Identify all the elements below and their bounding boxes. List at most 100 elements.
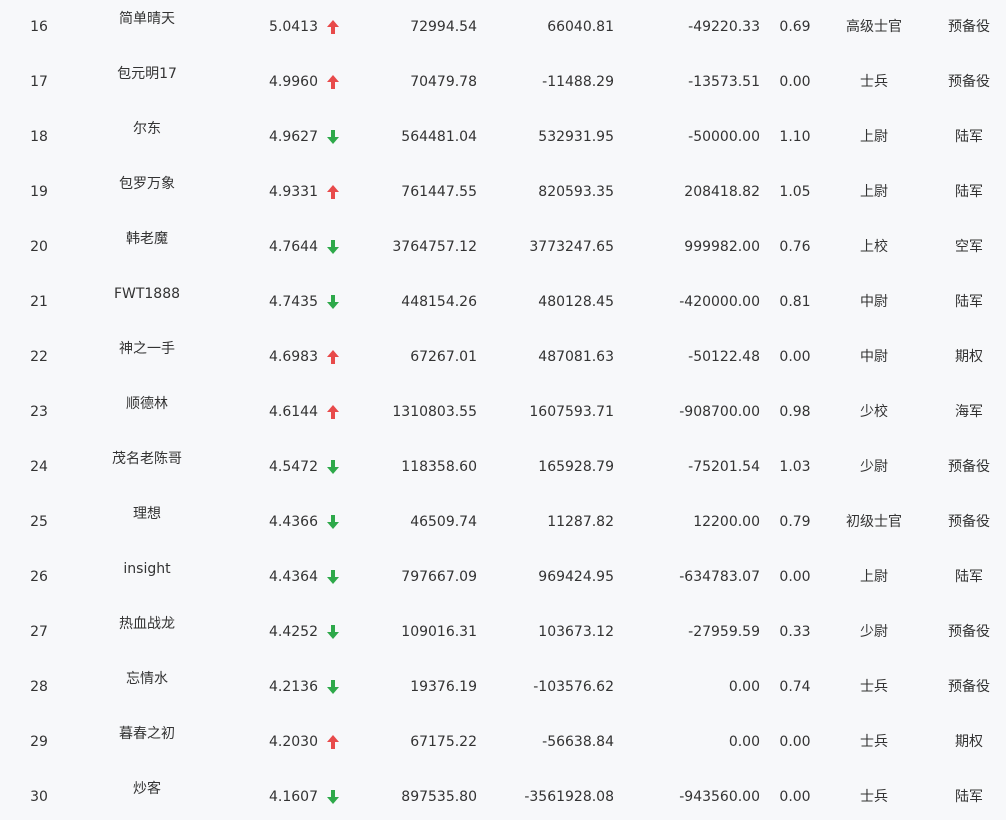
trader-name[interactable]: 顺德林 — [82, 396, 212, 412]
ratio-value: 0.33 — [779, 624, 811, 640]
trader-name[interactable]: 韩老魔 — [82, 231, 212, 247]
table-row[interactable]: 24 茂名老陈哥 4.5472 118358.60 165928.79 -75201.54… — [0, 440, 1006, 495]
rank-cell: 24 — [30, 459, 48, 475]
level-label: 上校 — [860, 239, 888, 255]
branch-label: 空军 — [955, 239, 983, 255]
score-value: 4.4252 — [269, 624, 318, 640]
trader-name[interactable]: 暮春之初 — [82, 726, 212, 742]
branch-label: 预备役 — [948, 679, 990, 695]
value-col-1: 1310803.55 — [392, 404, 477, 420]
ratio-value: 0.79 — [779, 514, 811, 530]
table-row[interactable]: 23 顺德林 4.6144 1310803.55 1607593.71 -908700.0… — [0, 385, 1006, 440]
rank-cell: 26 — [30, 569, 48, 585]
value-col-2: 487081.63 — [538, 349, 614, 365]
ratio-value: 0.76 — [779, 239, 811, 255]
table-row[interactable]: 29 暮春之初 4.2030 67175.22 -56638.84 0.00 0.00 士兵 期… — [0, 715, 1006, 770]
arrow-up-icon — [326, 734, 340, 750]
table-row[interactable]: 16 简单晴天 5.0413 72994.54 66040.81 -49220.33 0.6… — [0, 0, 1006, 55]
trader-name[interactable]: 茂名老陈哥 — [82, 451, 212, 467]
value-col-1: 72994.54 — [410, 19, 477, 35]
trader-name[interactable]: insight — [82, 561, 212, 577]
value-col-2: -103576.62 — [533, 679, 614, 695]
score-value: 4.9331 — [269, 184, 318, 200]
table-row[interactable]: 17 包元明17 4.9960 70479.78 -11488.29 -13573.51 0… — [0, 55, 1006, 110]
level-label: 中尉 — [860, 349, 888, 365]
score-value: 4.7644 — [269, 239, 318, 255]
branch-label: 陆军 — [955, 184, 983, 200]
value-col-2: 165928.79 — [538, 459, 614, 475]
rank-cell: 16 — [30, 19, 48, 35]
value-col-1: 564481.04 — [401, 129, 477, 145]
rank-cell: 27 — [30, 624, 48, 640]
arrow-down-icon — [326, 624, 340, 640]
rank-cell: 30 — [30, 789, 48, 805]
trader-name[interactable]: 炒客 — [82, 781, 212, 797]
arrow-down-icon — [326, 239, 340, 255]
score-value: 4.9960 — [269, 74, 318, 90]
score-value: 4.4366 — [269, 514, 318, 530]
rank-cell: 25 — [30, 514, 48, 530]
level-label: 上尉 — [860, 129, 888, 145]
rank-cell: 18 — [30, 129, 48, 145]
level-label: 高级士官 — [846, 19, 902, 35]
table-row[interactable]: 22 神之一手 4.6983 67267.01 487081.63 -50122.48 0.… — [0, 330, 1006, 385]
value-col-1: 19376.19 — [410, 679, 477, 695]
arrow-up-icon — [326, 184, 340, 200]
branch-label: 预备役 — [948, 459, 990, 475]
value-col-2: 11287.82 — [547, 514, 614, 530]
score-value: 4.2030 — [269, 734, 318, 750]
value-col-1: 67175.22 — [410, 734, 477, 750]
arrow-down-icon — [326, 679, 340, 695]
table-row[interactable]: 26 insight 4.4364 797667.09 969424.95 -634783… — [0, 550, 1006, 605]
value-col-3: -49220.33 — [688, 19, 760, 35]
table-row[interactable]: 28 忘情水 4.2136 19376.19 -103576.62 0.00 0.74 士兵 预… — [0, 660, 1006, 715]
arrow-up-icon — [326, 349, 340, 365]
branch-label: 预备役 — [948, 514, 990, 530]
table-row[interactable]: 27 热血战龙 4.4252 109016.31 103673.12 -27959.59 0… — [0, 605, 1006, 660]
level-label: 士兵 — [860, 74, 888, 90]
score-value: 4.6144 — [269, 404, 318, 420]
ratio-value: 1.03 — [779, 459, 811, 475]
arrow-down-icon — [326, 459, 340, 475]
trader-name[interactable]: 包罗万象 — [82, 176, 212, 192]
table-row[interactable]: 18 尔东 4.9627 564481.04 532931.95 -50000.00 1.1… — [0, 110, 1006, 165]
trader-name[interactable]: 神之一手 — [82, 341, 212, 357]
value-col-3: 12200.00 — [693, 514, 760, 530]
value-col-3: -50122.48 — [688, 349, 760, 365]
table-row[interactable]: 21 FWT1888 4.7435 448154.26 480128.45 -420000… — [0, 275, 1006, 330]
value-col-1: 67267.01 — [410, 349, 477, 365]
rank-cell: 28 — [30, 679, 48, 695]
trader-name[interactable]: 忘情水 — [82, 671, 212, 687]
branch-label: 陆军 — [955, 789, 983, 805]
level-label: 少尉 — [860, 459, 888, 475]
ratio-value: 1.05 — [779, 184, 811, 200]
table-row[interactable]: 20 韩老魔 4.7644 3764757.12 3773247.65 999982.00… — [0, 220, 1006, 275]
branch-label: 预备役 — [948, 19, 990, 35]
value-col-1: 761447.55 — [401, 184, 477, 200]
ratio-value: 0.00 — [779, 349, 811, 365]
ratio-value: 0.00 — [779, 74, 811, 90]
arrow-down-icon — [326, 514, 340, 530]
trader-name[interactable]: FWT1888 — [82, 286, 212, 302]
level-label: 中尉 — [860, 294, 888, 310]
score-value: 4.2136 — [269, 679, 318, 695]
score-value: 4.1607 — [269, 789, 318, 805]
trader-name[interactable]: 包元明17 — [82, 66, 212, 82]
trader-name[interactable]: 理想 — [82, 506, 212, 522]
table-row[interactable]: 25 理想 4.4366 46509.74 11287.82 12200.00 0.79 初级… — [0, 495, 1006, 550]
trader-name[interactable]: 简单晴天 — [82, 11, 212, 27]
rank-cell: 17 — [30, 74, 48, 90]
table-row[interactable]: 19 包罗万象 4.9331 761447.55 820593.35 208418.82 1… — [0, 165, 1006, 220]
trader-name[interactable]: 尔东 — [82, 121, 212, 137]
value-col-1: 448154.26 — [401, 294, 477, 310]
level-label: 上尉 — [860, 184, 888, 200]
rank-cell: 21 — [30, 294, 48, 310]
level-label: 少校 — [860, 404, 888, 420]
rank-cell: 29 — [30, 734, 48, 750]
branch-label: 预备役 — [948, 74, 990, 90]
trader-name[interactable]: 热血战龙 — [82, 616, 212, 632]
table-row[interactable]: 30 炒客 4.1607 897535.80 -3561928.08 -943560.00… — [0, 770, 1006, 820]
value-col-3: -908700.00 — [679, 404, 760, 420]
level-label: 初级士官 — [846, 514, 902, 530]
value-col-2: 1607593.71 — [529, 404, 614, 420]
